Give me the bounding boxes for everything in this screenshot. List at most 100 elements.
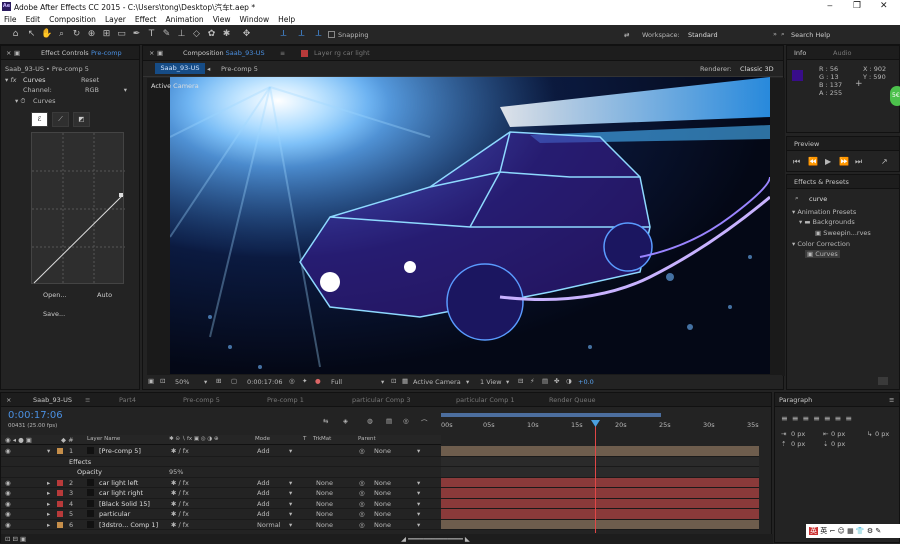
hand-tool-icon[interactable]: ✋ — [41, 29, 52, 40]
layer-duration-bar[interactable] — [441, 477, 759, 488]
region-icon[interactable]: ⊡ — [160, 377, 165, 385]
mode-select[interactable]: Add — [257, 489, 270, 497]
timeline-timecode[interactable]: 0:00:17:06 — [8, 410, 63, 421]
flowchart-icon[interactable]: ✤ — [554, 377, 559, 385]
layer-row[interactable]: ◉ ▸ 3 car light right ✱ ∕ fx Add ▾ None ◎ None ▾ — [1, 488, 441, 499]
parent-select[interactable]: None — [374, 500, 391, 508]
snapshot-icon[interactable]: ◎ — [289, 377, 295, 385]
parent-dropdown-icon[interactable]: ▾ — [417, 447, 420, 455]
frame-blend-icon[interactable]: ▤ — [386, 417, 392, 425]
first-indent-value[interactable]: 0 px — [875, 430, 889, 438]
parent-dropdown-icon[interactable]: ▾ — [417, 489, 420, 497]
parent-dropdown-icon[interactable]: ▾ — [417, 510, 420, 518]
curves-graph[interactable] — [31, 132, 125, 285]
menu-animation[interactable]: Animation — [165, 15, 203, 24]
tab-layer[interactable]: Layer rg car light — [314, 49, 370, 57]
last-frame-icon[interactable]: ⏭ — [855, 157, 862, 167]
mode-select[interactable]: Add — [257, 510, 270, 518]
pen-tool-icon[interactable]: ✒ — [131, 29, 142, 40]
layer-duration-bar[interactable] — [441, 498, 759, 509]
align-buttons[interactable]: ≡≡≡≡≡≡≡ — [781, 414, 856, 423]
close-icon[interactable]: ✕ — [880, 1, 888, 11]
tab-part4[interactable]: Part4 — [119, 396, 136, 404]
resolution-select[interactable]: Full — [331, 378, 342, 386]
tree-animation-presets[interactable]: ▾ Animation Presets — [792, 208, 856, 216]
zoom-tool-icon[interactable]: ⌕ — [56, 29, 67, 40]
tab-particular1[interactable]: particular Comp 1 — [456, 396, 515, 404]
smooth-icon[interactable]: ◩ — [73, 112, 90, 127]
axis-view-icon[interactable]: ⟂ — [313, 29, 324, 40]
lock-icon[interactable]: ▣ — [14, 49, 20, 57]
shy-icon[interactable]: ◍ — [367, 417, 373, 425]
opacity-value[interactable]: 95% — [169, 468, 183, 476]
mode-dropdown-icon[interactable]: ▾ — [289, 500, 292, 508]
views-dropdown-icon[interactable]: ▾ — [506, 378, 509, 386]
composition-viewer[interactable] — [170, 77, 770, 374]
menu-composition[interactable]: Composition — [49, 15, 96, 24]
comp-nav-child[interactable]: Pre-comp 5 — [221, 65, 258, 73]
expand-arrow-icon[interactable]: ▸ — [47, 521, 50, 529]
selection-tool-icon[interactable]: ↖ — [26, 29, 37, 40]
rectangle-tool-icon[interactable]: ▭ — [116, 29, 127, 40]
layer-name[interactable]: Opacity — [77, 468, 102, 476]
always-preview-icon[interactable]: ▣ — [148, 377, 154, 385]
curve-pen-icon[interactable]: ℰ — [31, 112, 48, 127]
tab-timeline-saab[interactable]: Saab_93-US — [33, 396, 72, 404]
tab-precomp1[interactable]: Pre-comp 1 — [267, 396, 304, 404]
layer-row[interactable]: ◉ ▸ 6 [3dstro... Comp 1] ✱ ∕ fx Normal ▾ None ◎ N… — [1, 520, 441, 530]
playhead-line[interactable] — [595, 421, 596, 533]
workspace-menu-icon[interactable]: » — [773, 30, 777, 38]
trkmat-select[interactable]: None — [316, 479, 333, 487]
tab-audio[interactable]: Audio — [833, 49, 851, 57]
eraser-tool-icon[interactable]: ◇ — [191, 29, 202, 40]
layer-row[interactable]: Opacity 95% — [1, 467, 441, 478]
exposure-value[interactable]: +0.0 — [578, 378, 594, 386]
transparency-grid-icon[interactable]: ▦ — [402, 377, 408, 385]
draft3d-icon[interactable]: ◈ — [343, 417, 348, 425]
tab-particular3[interactable]: particular Comp 3 — [352, 396, 411, 404]
layer-row[interactable]: ◉ ▸ 2 car light left ✱ ∕ fx Add ▾ None ◎ None ▾ — [1, 478, 441, 488]
roto-tool-icon[interactable]: ✿ — [206, 29, 217, 40]
layer-name[interactable]: [3dstro... Comp 1] — [99, 521, 158, 529]
parent-pickwhip-icon[interactable]: ◎ — [359, 521, 365, 529]
parent-select[interactable]: None — [374, 521, 391, 529]
pencil-icon[interactable]: ⟋ — [52, 112, 69, 127]
indent-right-value[interactable]: 0 px — [831, 430, 845, 438]
time-ruler[interactable]: 00s 05s 10s 15s 20s 25s 30s 35s — [441, 413, 759, 439]
fast-preview-icon[interactable]: ⚡ — [530, 377, 535, 385]
label-color-swatch[interactable] — [57, 500, 63, 507]
tab-paragraph[interactable]: Paragraph — [779, 396, 812, 404]
play-icon[interactable]: ▶ — [825, 157, 831, 166]
views-select[interactable]: 1 View — [480, 378, 502, 386]
visibility-icon[interactable]: ◉ — [5, 510, 11, 518]
space-before-value[interactable]: 0 px — [791, 440, 805, 448]
t-header[interactable]: T — [303, 436, 306, 442]
label-color-swatch[interactable] — [57, 448, 63, 454]
tree-backgrounds[interactable]: ▾ ▬ Backgrounds — [799, 218, 855, 226]
trkmat-select[interactable]: None — [316, 489, 333, 497]
visibility-icon[interactable]: ◉ — [5, 479, 11, 487]
loop-icon[interactable]: ↗ — [881, 157, 888, 166]
home-icon[interactable]: ⌂ — [10, 29, 21, 40]
sync-icon[interactable]: ⇄ — [624, 31, 629, 39]
grid-icon[interactable]: ⊞ — [216, 377, 221, 385]
layer-switches[interactable]: ✱ ∕ fx — [171, 489, 189, 497]
visibility-icon[interactable]: ◉ — [5, 447, 11, 455]
first-frame-icon[interactable]: ⏮ — [793, 157, 800, 167]
tree-sweeping-curves[interactable]: ▣ Sweepin...rves — [815, 229, 871, 237]
expand-arrow-icon[interactable]: ▸ — [47, 510, 50, 518]
mode-dropdown-icon[interactable]: ▾ — [289, 479, 292, 487]
mode-dropdown-icon[interactable]: ▾ — [289, 447, 292, 455]
zoom-select[interactable]: 50% — [175, 378, 189, 386]
layer-row[interactable]: ◉ ▸ 5 particular ✱ ∕ fx Add ▾ None ◎ None ▾ — [1, 509, 441, 520]
brush-tool-icon[interactable]: ✎ — [161, 29, 172, 40]
mode-dropdown-icon[interactable]: ▾ — [289, 510, 292, 518]
trkmat-select[interactable]: None — [316, 500, 333, 508]
layer-row[interactable]: ◉ ▸ 4 [Black Solid 15] ✱ ∕ fx Add ▾ None ◎ None ▾ — [1, 499, 441, 509]
tab-preview[interactable]: Preview — [794, 140, 819, 148]
channel-icon[interactable]: ● — [315, 377, 321, 385]
tab-effect-controls[interactable]: Effect Controls — [41, 49, 89, 57]
toggle-pixel-icon[interactable]: ⊟ — [518, 377, 523, 385]
layer-duration-bar[interactable] — [441, 446, 759, 457]
minimize-icon[interactable]: ‒ — [827, 1, 833, 11]
